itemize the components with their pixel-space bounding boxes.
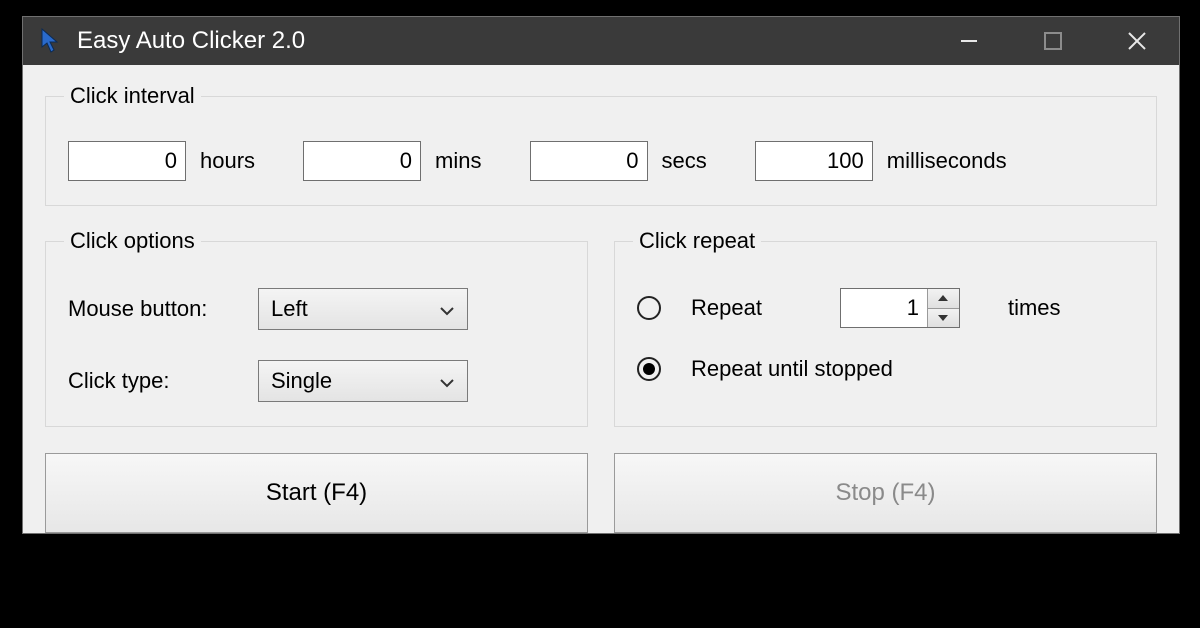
start-button[interactable]: Start (F4): [45, 453, 588, 533]
click-type-value: Single: [271, 368, 332, 394]
click-interval-group: Click interval hours mins secs milliseco…: [45, 83, 1157, 206]
spinner-down-button[interactable]: [928, 308, 959, 328]
mouse-button-dropdown[interactable]: Left: [258, 288, 468, 330]
repeat-count-input[interactable]: [841, 289, 927, 327]
repeat-count-spinner[interactable]: [840, 288, 960, 328]
app-window: Easy Auto Clicker 2.0 Click interval hou…: [22, 16, 1180, 534]
repeat-n-times-radio[interactable]: [637, 296, 661, 320]
cursor-icon: [41, 28, 59, 54]
stop-button-label: Stop (F4): [835, 479, 935, 507]
mouse-button-label: Mouse button:: [68, 296, 258, 322]
window-title: Easy Auto Clicker 2.0: [77, 27, 305, 55]
click-type-label: Click type:: [68, 368, 258, 394]
click-repeat-group: Click repeat Repeat: [614, 228, 1157, 427]
secs-label: secs: [662, 148, 707, 174]
maximize-button[interactable]: [1011, 17, 1095, 65]
milliseconds-input[interactable]: [755, 141, 873, 181]
titlebar[interactable]: Easy Auto Clicker 2.0: [23, 17, 1179, 65]
minimize-button[interactable]: [927, 17, 1011, 65]
hours-label: hours: [200, 148, 255, 174]
click-options-group: Click options Mouse button: Left Click t…: [45, 228, 588, 427]
start-button-label: Start (F4): [266, 479, 367, 507]
click-repeat-legend: Click repeat: [633, 228, 761, 254]
secs-input[interactable]: [530, 141, 648, 181]
repeat-until-stopped-label: Repeat until stopped: [691, 356, 893, 382]
stop-button[interactable]: Stop (F4): [614, 453, 1157, 533]
mins-label: mins: [435, 148, 481, 174]
click-type-dropdown[interactable]: Single: [258, 360, 468, 402]
chevron-down-icon: [439, 296, 455, 322]
mouse-button-value: Left: [271, 296, 308, 322]
mins-input[interactable]: [303, 141, 421, 181]
repeat-label: Repeat: [691, 295, 762, 321]
hours-input[interactable]: [68, 141, 186, 181]
click-options-legend: Click options: [64, 228, 201, 254]
client-area: Click interval hours mins secs milliseco…: [23, 65, 1179, 533]
repeat-until-stopped-radio[interactable]: [637, 357, 661, 381]
times-label: times: [1008, 295, 1061, 321]
click-interval-legend: Click interval: [64, 83, 201, 109]
chevron-down-icon: [439, 368, 455, 394]
close-button[interactable]: [1095, 17, 1179, 65]
spinner-up-button[interactable]: [928, 289, 959, 308]
milliseconds-label: milliseconds: [887, 148, 1007, 174]
